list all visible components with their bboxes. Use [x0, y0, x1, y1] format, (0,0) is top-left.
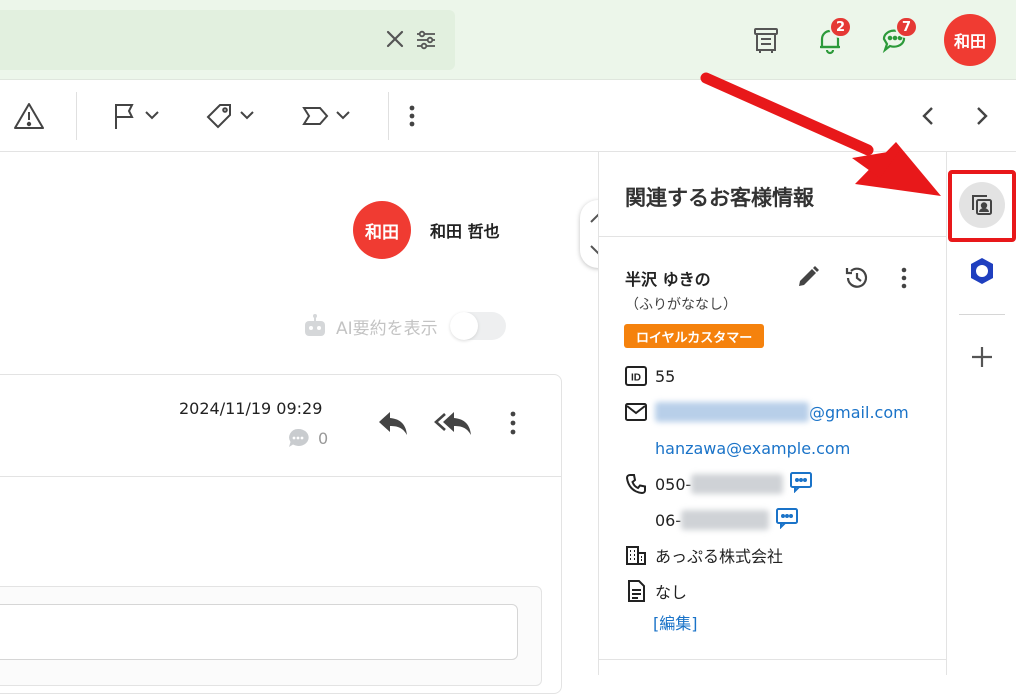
- panel-title: 関連するお客様情報: [625, 186, 814, 210]
- sms-icon[interactable]: [775, 507, 799, 533]
- document-icon: [625, 580, 647, 602]
- rail-divider: [959, 314, 1005, 315]
- comment-count[interactable]: 0: [286, 427, 328, 449]
- edit-pencil-icon[interactable]: [795, 264, 821, 294]
- search-filter-icon[interactable]: [414, 28, 438, 52]
- customer-note-row: なし: [625, 579, 687, 603]
- trash-box-icon[interactable]: [746, 20, 786, 60]
- customer-email-1[interactable]: @gmail.com: [809, 403, 909, 422]
- clear-search-icon[interactable]: [384, 28, 406, 50]
- search-bar[interactable]: [0, 10, 455, 70]
- sms-icon[interactable]: [789, 471, 813, 497]
- message-more-icon[interactable]: [504, 408, 522, 442]
- reply-all-icon[interactable]: [434, 408, 474, 442]
- customer-kana: （ふりがななし）: [625, 297, 737, 313]
- edit-link-row: [編集]: [653, 610, 698, 634]
- customer-tag: ロイヤルカスタマー: [624, 324, 765, 348]
- customer-phone-1: 050-: [655, 474, 692, 494]
- customer-info-panel: 関連するお客様情報 半沢 ゆきの （ふりがななし） ロイヤルカスタマー ID 5…: [598, 152, 947, 675]
- customer-company-row: あっぷる株式会社: [625, 543, 783, 567]
- sender-name: 和田 哲也: [430, 222, 500, 241]
- panel-divider-bottom: [599, 659, 947, 660]
- customer-email-row: @gmail.com: [625, 400, 909, 424]
- top-header: 2 7 和田: [0, 0, 1016, 80]
- message-date: 2024/11/19 09:29: [179, 399, 323, 418]
- edit-link[interactable]: [編集]: [653, 610, 698, 634]
- more-vert-icon[interactable]: [402, 94, 422, 138]
- customer-phone-2-row: 06-: [655, 508, 799, 532]
- phone-icon: [625, 473, 647, 495]
- highlight-box: [948, 170, 1016, 242]
- ai-summary-toggle[interactable]: AI要約を表示: [302, 312, 506, 340]
- notification-badge: 2: [828, 16, 852, 38]
- app-circle-icon[interactable]: [959, 248, 1005, 294]
- flag-dropdown-button[interactable]: [110, 94, 166, 138]
- message-divider: [0, 476, 562, 477]
- id-icon: ID: [625, 365, 647, 387]
- customer-email-2[interactable]: hanzawa@example.com: [655, 439, 850, 458]
- sender-avatar: 和田: [353, 201, 411, 259]
- previous-arrow-icon[interactable]: [914, 94, 942, 138]
- customer-id-row: ID 55: [625, 364, 675, 388]
- customer-phone-row: 050-: [625, 472, 813, 496]
- toolbar-divider: [76, 92, 77, 140]
- phone-redacted: [681, 510, 770, 530]
- svg-text:ID: ID: [631, 373, 641, 384]
- reply-input[interactable]: [0, 604, 518, 660]
- building-icon: [625, 544, 647, 566]
- tag-dropdown-button[interactable]: [204, 94, 260, 138]
- customer-id: 55: [655, 366, 676, 386]
- toolbar-divider: [388, 92, 389, 140]
- history-icon[interactable]: [843, 264, 871, 296]
- ai-summary-label: AI要約を表示: [336, 318, 438, 339]
- panel-divider: [599, 236, 947, 237]
- phone-redacted: [691, 474, 784, 494]
- chat-icon[interactable]: 7: [876, 16, 918, 60]
- customer-name: 半沢 ゆきの: [625, 270, 711, 289]
- mail-icon: [625, 401, 647, 423]
- notification-bell-icon[interactable]: 2: [810, 16, 852, 60]
- customer-more-icon[interactable]: [895, 264, 913, 296]
- comment-bubble-icon: [289, 428, 309, 447]
- ai-summary-switch[interactable]: [449, 312, 506, 340]
- next-arrow-icon[interactable]: [968, 94, 996, 138]
- add-app-icon[interactable]: [959, 334, 1005, 380]
- robot-icon: [305, 314, 325, 336]
- customer-company: あっぷる株式会社: [655, 547, 784, 566]
- message-toolbar: [0, 80, 1016, 152]
- label-dropdown-button[interactable]: [300, 94, 356, 138]
- spam-warning-icon[interactable]: [12, 94, 46, 138]
- email-redacted: [655, 402, 809, 422]
- reply-icon[interactable]: [376, 408, 410, 442]
- customer-phone-2: 06-: [655, 510, 682, 530]
- chat-badge: 7: [894, 16, 918, 38]
- comment-count-value: 0: [318, 428, 329, 448]
- customer-note: なし: [655, 583, 688, 602]
- customer-email-2-row: hanzawa@example.com: [655, 436, 850, 460]
- user-avatar[interactable]: 和田: [944, 14, 996, 66]
